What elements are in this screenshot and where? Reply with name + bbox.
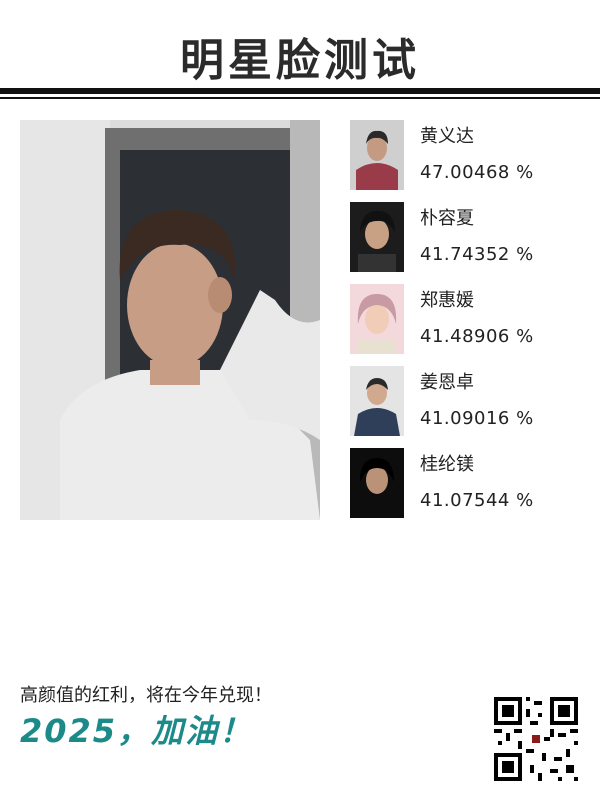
celebrity-photo-icon — [350, 202, 404, 272]
celebrity-name: 桂纶镁 — [420, 454, 474, 475]
user-photo — [20, 120, 320, 520]
match-item[interactable]: 黄义达 47.00468 % — [350, 120, 590, 202]
celebrity-name: 姜恩卓 — [420, 372, 474, 393]
match-item[interactable]: 郑惠媛 41.48906 % — [350, 284, 590, 366]
celebrity-name: 郑惠媛 — [420, 290, 474, 311]
celebrity-photo-icon — [350, 284, 404, 354]
similarity-score: 41.74352 % — [420, 244, 534, 265]
celebrity-photo-icon — [350, 448, 404, 518]
similarity-score: 47.00468 % — [420, 162, 534, 183]
celebrity-name: 朴容夏 — [420, 208, 474, 229]
celebrity-photo-icon — [350, 366, 404, 436]
user-photo-image — [20, 120, 320, 520]
header-divider-thin — [0, 97, 600, 99]
match-item[interactable]: 朴容夏 41.74352 % — [350, 202, 590, 284]
qr-code-icon[interactable] — [494, 697, 578, 781]
similarity-score: 41.09016 % — [420, 408, 534, 429]
match-results: 黄义达 47.00468 % 朴容夏 41.74352 % 郑惠媛 41.489… — [350, 120, 590, 530]
match-item[interactable]: 桂纶镁 41.07544 % — [350, 448, 590, 530]
similarity-score: 41.07544 % — [420, 490, 534, 511]
header: 明星脸测试 — [0, 0, 600, 99]
similarity-score: 41.48906 % — [420, 326, 534, 347]
slogan: 2025，加油！ — [20, 712, 254, 750]
celebrity-photo-icon — [350, 120, 404, 190]
celebrity-name: 黄义达 — [420, 126, 474, 147]
page-title: 明星脸测试 — [180, 35, 420, 86]
header-divider-thick — [0, 88, 600, 94]
match-item[interactable]: 姜恩卓 41.09016 % — [350, 366, 590, 448]
tagline: 高颜值的红利，将在今年兑现！ — [20, 685, 272, 706]
